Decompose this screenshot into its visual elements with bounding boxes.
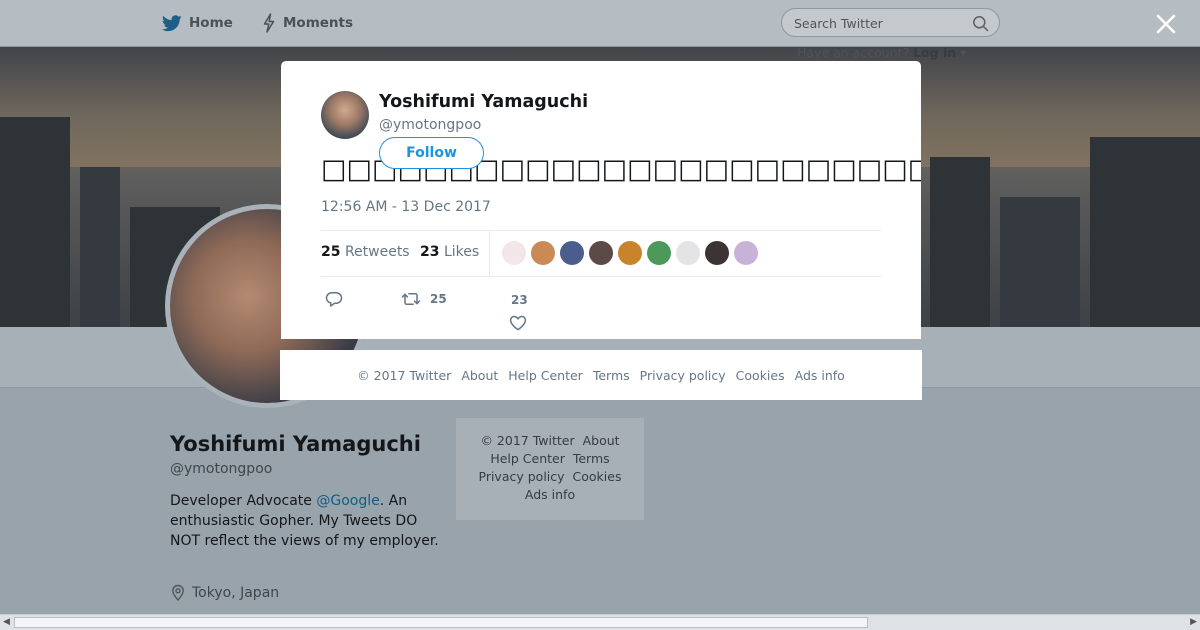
heart-icon: [509, 315, 527, 331]
banner-building: [0, 117, 70, 327]
liker-avatar[interactable]: [734, 241, 758, 265]
tweet-timestamp[interactable]: 12:56 AM - 13 Dec 2017: [321, 199, 491, 215]
scroll-left-arrow-icon[interactable]: ◀: [3, 617, 10, 627]
login-link[interactable]: Log in: [913, 45, 956, 60]
profile-handle: @ymotongpoo: [170, 461, 273, 477]
liker-avatar[interactable]: [589, 241, 613, 265]
reply-icon: [325, 292, 343, 307]
liker-avatar[interactable]: [647, 241, 671, 265]
modal-footer-copyright: © 2017 Twitter: [357, 367, 452, 383]
likes-count: 23: [420, 244, 440, 260]
retweet-icon: [401, 292, 421, 306]
modal-footer-terms-link[interactable]: Terms: [593, 368, 630, 383]
search-input[interactable]: [794, 14, 964, 32]
close-icon[interactable]: [1154, 12, 1178, 36]
modal-footer-help-link[interactable]: Help Center: [508, 368, 583, 383]
banner-building: [930, 157, 990, 327]
side-footer: © 2017 Twitter About Help Center Terms Pri…: [456, 418, 644, 520]
footer-ads-link[interactable]: Ads info: [525, 487, 575, 502]
login-prompt: Have an account? Log in ▾: [797, 45, 966, 60]
lightning-icon: [263, 13, 275, 33]
tweet-stats: 25 Retweets 23 Likes: [321, 230, 881, 277]
modal-footer-privacy-link[interactable]: Privacy policy: [640, 368, 726, 383]
footer-terms-link[interactable]: Terms: [573, 451, 610, 466]
likes-stat[interactable]: 23 Likes: [420, 244, 479, 260]
footer-cookies-link[interactable]: Cookies: [573, 469, 622, 484]
nav-moments-label: Moments: [283, 15, 354, 31]
twitter-bird-icon: [162, 14, 182, 31]
follow-button[interactable]: Follow: [379, 137, 484, 169]
search-box[interactable]: [781, 8, 1000, 37]
like-action-count: 23: [511, 293, 528, 307]
liker-avatar[interactable]: [676, 241, 700, 265]
retweet-action-count: 25: [430, 292, 447, 306]
tweet-modal: Yoshifumi Yamaguchi @ymotongpoo □□□□□□□□…: [281, 61, 921, 339]
location-text: Tokyo, Japan: [192, 585, 280, 601]
profile-bio: Developer Advocate @Google. An enthusias…: [170, 491, 440, 551]
login-prompt-text: Have an account?: [797, 45, 910, 60]
liker-avatars: [502, 241, 763, 265]
modal-footer: © 2017 Twitter About Help Center Terms P…: [280, 350, 922, 400]
login-caret-icon: ▾: [960, 45, 967, 60]
horizontal-scrollbar[interactable]: ◀ ▶: [0, 614, 1200, 630]
like-action[interactable]: [509, 315, 527, 331]
scroll-right-arrow-icon[interactable]: ▶: [1190, 617, 1197, 627]
footer-help-link[interactable]: Help Center: [490, 451, 565, 466]
liker-avatar[interactable]: [502, 241, 526, 265]
retweets-stat[interactable]: 25 Retweets: [321, 244, 410, 260]
likes-label: Likes: [443, 244, 480, 260]
scrollbar-thumb[interactable]: [14, 617, 868, 628]
nav-moments[interactable]: Moments: [262, 0, 353, 46]
bio-google-link[interactable]: @Google: [316, 493, 379, 509]
tweet-author-avatar[interactable]: [321, 91, 369, 139]
location-pin-icon: [172, 584, 184, 602]
stats-divider: [489, 231, 490, 276]
retweets-label: Retweets: [344, 244, 410, 260]
reply-action[interactable]: [325, 291, 343, 308]
profile-location: Tokyo, Japan: [170, 584, 279, 602]
modal-footer-about-link[interactable]: About: [461, 368, 498, 383]
modal-footer-cookies-link[interactable]: Cookies: [736, 368, 785, 383]
liker-avatar[interactable]: [618, 241, 642, 265]
footer-copyright: © 2017 Twitter: [480, 433, 575, 448]
retweets-count: 25: [321, 244, 341, 260]
banner-building: [1090, 137, 1200, 327]
retweet-action[interactable]: 25: [401, 291, 447, 307]
tweet-author-handle[interactable]: @ymotongpoo: [379, 117, 481, 133]
nav-home-label: Home: [189, 15, 233, 31]
footer-privacy-link[interactable]: Privacy policy: [479, 469, 565, 484]
top-nav: Home Moments: [0, 0, 1200, 47]
nav-home[interactable]: Home: [162, 0, 233, 46]
banner-building: [1000, 197, 1080, 327]
banner-building: [80, 167, 120, 327]
profile-name: Yoshifumi Yamaguchi: [170, 432, 421, 456]
footer-about-link[interactable]: About: [583, 433, 620, 448]
modal-footer-ads-link[interactable]: Ads info: [795, 368, 845, 383]
liker-avatar[interactable]: [705, 241, 729, 265]
bio-prefix: Developer Advocate: [170, 493, 317, 509]
tweet-actions: 25 23: [321, 287, 621, 337]
liker-avatar[interactable]: [531, 241, 555, 265]
search-icon[interactable]: [972, 15, 989, 32]
tweet-author-name[interactable]: Yoshifumi Yamaguchi: [379, 92, 588, 112]
liker-avatar[interactable]: [560, 241, 584, 265]
